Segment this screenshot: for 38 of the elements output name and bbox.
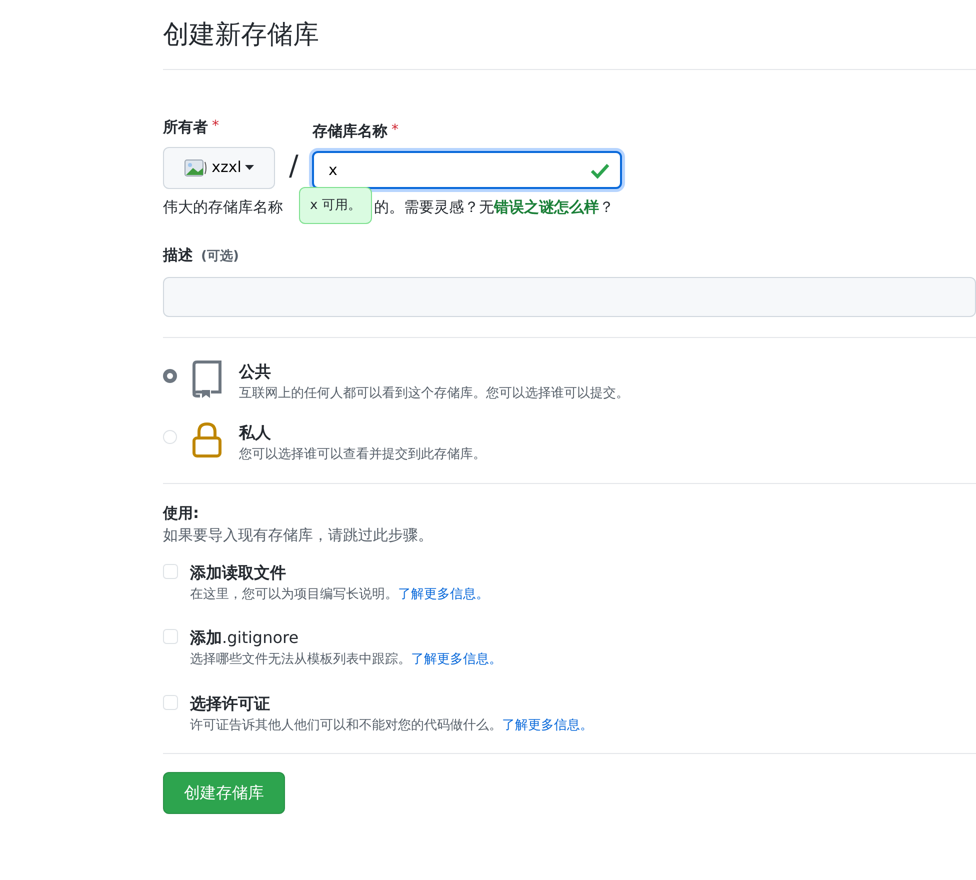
repo-name-field[interactable]: x — [312, 150, 622, 189]
option-checkbox[interactable] — [163, 564, 178, 579]
lock-icon — [191, 421, 223, 460]
learn-more-link[interactable]: 了解更多信息。 — [502, 716, 593, 736]
visibility-radio[interactable] — [163, 368, 177, 383]
page-title: 创建新存储库 — [163, 0, 976, 70]
option-title: 选择许可证 — [190, 692, 271, 715]
option-title: 添加.gitignore — [190, 627, 300, 650]
section-description: 如果要导入现有存储库，请跳过此步骤。 — [163, 525, 434, 546]
field-label: 所有者 — [163, 117, 208, 138]
option-checkbox[interactable] — [163, 694, 178, 710]
option-title: 私人 — [239, 422, 272, 444]
description-field[interactable] — [163, 276, 976, 317]
option-description: 互联网上的任何人都可以看到这个存储库。您可以选择谁可以提交。 — [239, 384, 629, 403]
option-checkbox[interactable] — [163, 629, 178, 644]
option-description: 您可以选择谁可以查看并提交到此存储库。 — [239, 446, 486, 464]
book-icon — [191, 360, 223, 398]
hint-text: 伟大的存储库名称 — [163, 196, 283, 218]
field-label: 描述 — [163, 245, 193, 266]
learn-more-link[interactable]: 了解更多信息。 — [398, 584, 489, 604]
create-repository-button[interactable]: 创建存储库 — [163, 772, 285, 814]
option-title: 公共 — [239, 360, 272, 383]
optional-label: (可选) — [201, 248, 239, 266]
slash-separator: / — [288, 148, 300, 184]
option-description: 选择哪些文件无法从模板列表中跟踪。 — [190, 651, 411, 670]
owner-dropdown[interactable]: xzxl — [163, 146, 275, 189]
field-label: 存储库名称 — [312, 121, 388, 142]
learn-more-link[interactable]: 了解更多信息。 — [411, 650, 502, 670]
option-title: 添加读取文件 — [190, 562, 287, 584]
availability-tooltip: x 可用。 — [299, 186, 372, 224]
required-mark: * — [391, 121, 398, 140]
caret-icon — [245, 165, 254, 170]
broken-image-icon — [184, 158, 208, 178]
section-title: 使用: — [163, 502, 200, 524]
option-description: 许可证告诉其他人他们可以和不能对您的代码做什么。 — [190, 716, 502, 735]
required-mark: * — [212, 117, 219, 136]
option-description: 在这里，您可以为项目编写长说明。 — [190, 586, 398, 604]
hint-text: 的。需要灵感？无错误之谜怎么样？ — [374, 196, 614, 218]
